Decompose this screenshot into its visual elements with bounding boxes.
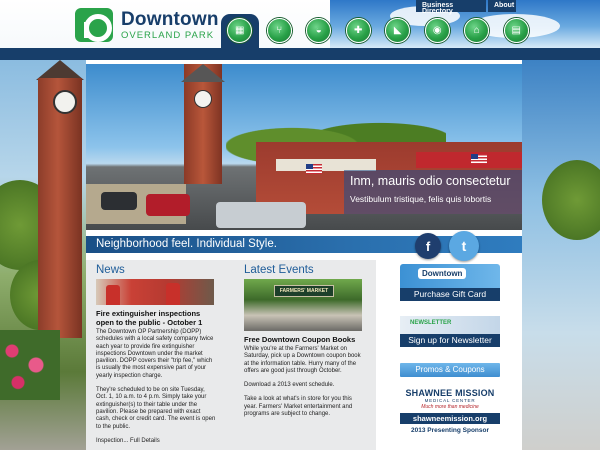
sponsor-logo[interactable]: SHAWNEE MISSION MEDICAL CENTER Much more…	[400, 388, 500, 410]
hero-subtitle: Vestibulum tristique, felis quis loborti…	[350, 194, 492, 204]
news-paragraph: The Downtown OP Partnership (DOPP) sched…	[96, 329, 214, 379]
site-logo[interactable]: Downtown OVERLAND PARK	[75, 8, 219, 42]
about-link[interactable]: About	[488, 0, 516, 12]
map-pin-icon[interactable]: ◉	[424, 18, 450, 43]
news-article-body: The Downtown OP Partnership (DOPP) sched…	[96, 329, 216, 445]
news-article-title[interactable]: Fire extinguisher inspections open to th…	[96, 309, 216, 327]
content-panel: News Fire extinguisher inspections open …	[86, 260, 376, 450]
twitter-icon[interactable]: t	[449, 231, 479, 261]
news-column: News Fire extinguisher inspections open …	[96, 260, 216, 450]
hero-caption[interactable]: Inm, mauris odio consectetur Vestibulum …	[344, 170, 522, 214]
clock-tower	[38, 78, 82, 338]
gift-card-promo[interactable]: Downtown Purchase Gift Card	[400, 264, 500, 301]
gift-card-image[interactable]: Downtown	[400, 264, 500, 288]
hero-title: Inm, mauris odio consectetur	[350, 174, 511, 188]
news-heading[interactable]: News	[96, 264, 216, 276]
sponsor-name: SHAWNEE MISSION	[405, 388, 495, 398]
events-image[interactable]: FARMERS' MARKET	[244, 279, 362, 331]
facebook-icon[interactable]: f	[415, 233, 441, 259]
farmers-market-sign: FARMERS' MARKET	[274, 285, 334, 297]
sponsor-block[interactable]: SHAWNEE MISSION MEDICAL CENTER Much more…	[400, 388, 500, 434]
newsletter-image-text: NEWSLETTER	[410, 320, 452, 326]
house-icon[interactable]: ⌂	[464, 18, 490, 43]
news-paragraph: They're scheduled to be on site Tuesday,…	[96, 387, 216, 430]
gift-card-image-text: Downtown	[418, 268, 467, 279]
events-article-title[interactable]: Free Downtown Coupon Books	[244, 335, 364, 344]
fork-knife-icon[interactable]: ⑂	[266, 18, 292, 43]
purchase-gift-card-button[interactable]: Purchase Gift Card	[400, 288, 500, 301]
sponsor-url-link[interactable]: shawneemission.org	[400, 413, 500, 424]
logo-subtitle: OVERLAND PARK	[121, 29, 215, 41]
sponsor-label: 2013 Presenting Sponsor	[410, 427, 490, 434]
newsletter-signup-button[interactable]: Sign up for Newsletter	[400, 334, 500, 347]
nav-bar	[0, 48, 600, 60]
sponsor-subtitle: MEDICAL CENTER	[424, 398, 476, 403]
promos-coupons-button[interactable]: Promos & Coupons	[400, 363, 500, 377]
basket-icon[interactable]: ◒	[306, 18, 332, 43]
newsletter-image[interactable]: NEWSLETTER	[400, 316, 500, 334]
events-heading[interactable]: Latest Events	[244, 264, 364, 276]
flower-bed	[0, 330, 60, 400]
news-full-details-link[interactable]: Inspection... Full Details	[96, 438, 216, 445]
hero-slideshow[interactable]: Inm, mauris odio consectetur Vestibulum …	[86, 64, 522, 230]
events-article-body: While you're at the Farmers' Market on S…	[244, 346, 364, 418]
logo-title: Downtown	[121, 8, 219, 30]
shirt-icon[interactable]: ✚	[345, 18, 371, 43]
events-paragraph: Take a look at what's in store for you t…	[244, 396, 353, 418]
sponsor-tagline: Much more than medicine	[421, 404, 479, 410]
events-schedule-link[interactable]: Download a 2013 event schedule.	[244, 382, 364, 389]
newsletter-promo[interactable]: NEWSLETTER Sign up for Newsletter	[400, 316, 500, 347]
background-photo-right	[522, 60, 600, 450]
events-paragraph: While you're at the Farmers' Market on S…	[244, 346, 361, 374]
news-image[interactable]	[96, 279, 214, 305]
business-directory-link[interactable]: Business Directory	[416, 0, 486, 15]
promos-coupons-promo[interactable]: Promos & Coupons	[400, 363, 500, 377]
briefcase-icon[interactable]: ▤	[503, 18, 529, 43]
megaphone-icon[interactable]: ◣	[385, 18, 411, 43]
events-column: Latest Events FARMERS' MARKET Free Downt…	[244, 260, 364, 425]
clock-face	[53, 90, 77, 114]
logo-mark-icon	[75, 8, 113, 42]
